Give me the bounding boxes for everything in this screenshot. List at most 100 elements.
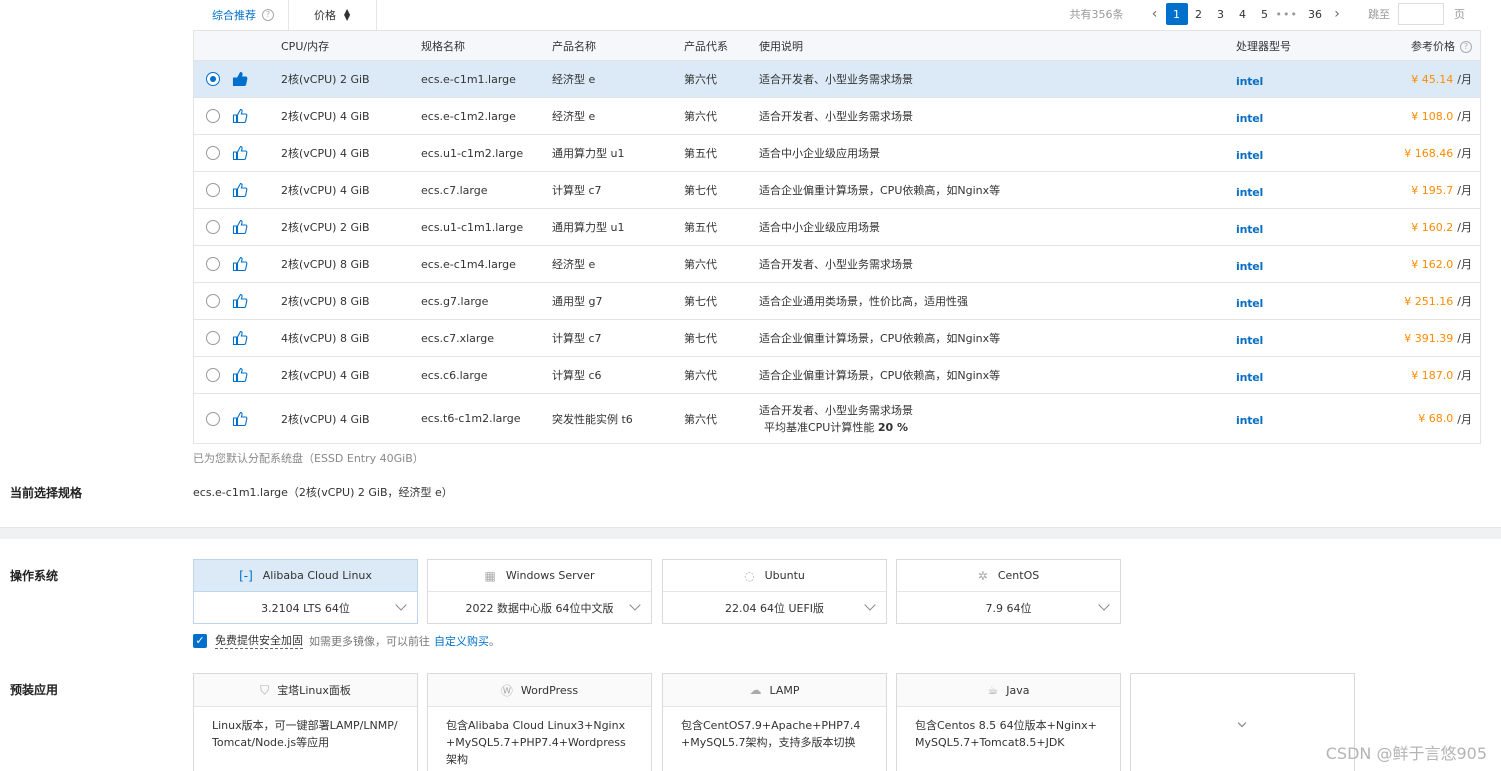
intel-logo: intel [1236, 185, 1264, 199]
table-row[interactable]: 2核(vCPU) 4 GiB ecs.c7.large 计算型 c7 第七代 适合企业偏… [194, 172, 1480, 209]
thumbs-up-icon [232, 145, 248, 161]
select-radio[interactable] [206, 294, 220, 308]
cell-gen: 第五代 [684, 221, 717, 234]
app-card--linux-[interactable]: ⛉ 宝塔Linux面板 Linux版本，可一键部署LAMP/LNMP/Tomcat/… [193, 673, 418, 771]
cell-cpu: 2核(vCPU) 4 GiB [281, 369, 370, 382]
watermark: CSDN @鲜于言悠905 [1325, 744, 1487, 763]
os-card-header[interactable]: [-] Alibaba Cloud Linux [194, 560, 417, 592]
table-row[interactable]: 2核(vCPU) 8 GiB ecs.g7.large 通用型 g7 第七代 适合企业通… [194, 283, 1480, 320]
page-unit-label: 页 [1454, 8, 1465, 21]
prev-page-button[interactable]: ‹ [1144, 3, 1166, 25]
os-card-centos[interactable]: ✲ CentOS 7.9 64位 [896, 559, 1121, 624]
os-section-label: 操作系统 [10, 569, 59, 583]
app-card-header[interactable]: ☁ LAMP [663, 674, 886, 707]
sort-recommended-tab[interactable]: 综合推荐 ? [193, 0, 289, 30]
next-page-button[interactable]: › [1326, 3, 1348, 25]
usage-line: 适合开发者、小型业务需求场景 [759, 403, 913, 417]
table-row[interactable]: 2核(vCPU) 4 GiB ecs.c6.large 计算型 c6 第六代 适合企业偏… [194, 357, 1480, 394]
os-name: CentOS [997, 569, 1040, 582]
page-button-last[interactable]: 36 [1304, 3, 1326, 25]
sort-price-tab[interactable]: 价格 ▲ ▼ [289, 0, 377, 30]
select-radio[interactable] [206, 368, 220, 382]
cell-price: ¥ 168.46/月 [1404, 135, 1472, 171]
page-button-1[interactable]: 1 [1165, 3, 1188, 25]
cell-product: 计算型 c7 [552, 332, 602, 345]
os-card-header[interactable]: ✲ CentOS [897, 560, 1120, 592]
jump-page-input[interactable] [1398, 3, 1444, 25]
price-unit: /月 [1457, 258, 1472, 271]
table-row[interactable]: 2核(vCPU) 4 GiB ecs.u1-c1m2.large 通用算力型 u1 第… [194, 135, 1480, 172]
cell-price: ¥ 160.2/月 [1411, 209, 1472, 245]
app-card-lamp[interactable]: ☁ LAMP 包含CentOS7.9+Apache+PHP7.4+MySQL5.7架… [662, 673, 887, 771]
cell-price: ¥ 68.0/月 [1418, 394, 1472, 443]
os-version-value: 2022 数据中心版 64位中文版 [465, 601, 614, 615]
os-version-select[interactable]: 7.9 64位 [897, 592, 1120, 623]
jump-label: 跳至 [1368, 8, 1390, 21]
select-radio[interactable] [206, 257, 220, 271]
header-gen: 产品代系 [684, 40, 728, 53]
select-radio[interactable] [206, 183, 220, 197]
cell-spec: ecs.c7.large [421, 183, 488, 197]
current-spec-value: ecs.e-c1m1.large（2核(vCPU) 2 GiB，经济型 e） [193, 486, 453, 499]
sort-price-label: 价格 [314, 9, 336, 22]
select-radio[interactable] [206, 220, 220, 234]
os-card-header[interactable]: ◌ Ubuntu [663, 560, 886, 592]
select-radio[interactable] [206, 109, 220, 123]
usage-line-2: 平均基准CPU计算性能 20 % [764, 419, 908, 436]
custom-purchase-link[interactable]: 自定义购买 [434, 633, 489, 649]
os-version-select[interactable]: 2022 数据中心版 64位中文版 [428, 592, 651, 623]
table-row[interactable]: 2核(vCPU) 2 GiB ecs.e-c1m1.large 经济型 e 第六代 适合… [194, 61, 1480, 98]
sort-recommended-label: 综合推荐 [212, 9, 256, 22]
app-card-header[interactable]: ⛉ 宝塔Linux面板 [194, 674, 417, 707]
app-card-header[interactable]: ☕ Java [897, 674, 1120, 707]
cell-product: 经济型 e [552, 73, 596, 86]
instance-spec-table: CPU/内存 规格名称 产品名称 产品代系 使用说明 处理器型号 参考价格 ? … [193, 30, 1481, 444]
page-button-4[interactable]: 4 [1232, 3, 1254, 25]
os-version-select[interactable]: 3.2104 LTS 64位 [194, 592, 417, 623]
os-card-alibaba-cloud-linux[interactable]: [-] Alibaba Cloud Linux 3.2104 LTS 64位 [193, 559, 418, 624]
price-amount: ¥ 251.16 [1404, 294, 1454, 308]
page-button-3[interactable]: 3 [1210, 3, 1232, 25]
intel-logo: intel [1236, 414, 1264, 427]
select-radio[interactable] [206, 411, 220, 426]
table-row[interactable]: 2核(vCPU) 2 GiB ecs.u1-c1m1.large 通用算力型 u1 第… [194, 209, 1480, 246]
table-row[interactable]: 4核(vCPU) 8 GiB ecs.c7.xlarge 计算型 c7 第七代 适合企业… [194, 320, 1480, 357]
page-button-2[interactable]: 2 [1188, 3, 1210, 25]
table-row[interactable]: 2核(vCPU) 8 GiB ecs.e-c1m4.large 经济型 e 第六代 适合… [194, 246, 1480, 283]
cell-spec: ecs.g7.large [421, 294, 489, 308]
cell-price: ¥ 391.39/月 [1404, 320, 1472, 356]
select-radio[interactable] [206, 146, 220, 160]
sort-arrows-icon: ▲ ▼ [344, 7, 351, 22]
cell-gen: 第六代 [684, 369, 717, 382]
cell-spec: ecs.e-c1m2.large [421, 109, 516, 123]
security-hardening-label[interactable]: 免费提供安全加固 [215, 632, 303, 649]
os-version-select[interactable]: 22.04 64位 UEFI版 [663, 592, 886, 623]
more-pages-ellipsis[interactable]: ••• [1276, 3, 1298, 25]
app-name: WordPress [520, 683, 579, 697]
cell-price: ¥ 45.14/月 [1411, 61, 1472, 97]
ubuntu-icon: ◌ [744, 568, 755, 583]
app-card-wordpress[interactable]: Ⓦ WordPress 包含Alibaba Cloud Linux3+Nginx+M… [427, 673, 652, 771]
select-radio[interactable] [206, 331, 220, 345]
help-icon[interactable]: ? [1460, 40, 1472, 53]
cell-cpu: 4核(vCPU) 8 GiB [281, 332, 370, 345]
cell-gen: 第六代 [684, 110, 717, 123]
more-images-hint: 如需更多镜像，可以前往 [309, 634, 430, 648]
cell-price: ¥ 108.0/月 [1411, 98, 1472, 134]
more-apps-card[interactable] [1130, 673, 1355, 771]
chevron-down-icon [629, 599, 641, 611]
price-unit: /月 [1457, 147, 1472, 160]
app-card-header[interactable]: Ⓦ WordPress [428, 674, 651, 707]
os-card-header[interactable]: ▦ Windows Server [428, 560, 651, 592]
os-card-ubuntu[interactable]: ◌ Ubuntu 22.04 64位 UEFI版 [662, 559, 887, 624]
select-radio[interactable] [206, 72, 220, 86]
page-button-5[interactable]: 5 [1254, 3, 1276, 25]
cell-product: 经济型 e [552, 110, 596, 123]
app-card-java[interactable]: ☕ Java 包含Centos 8.5 64位版本+Nginx+MySQL5.7+T… [896, 673, 1121, 771]
table-row[interactable]: 2核(vCPU) 4 GiB ecs.t6-c1m2.large 突发性能实例 t6… [194, 394, 1480, 443]
hint-tail: 。 [489, 634, 500, 648]
help-icon[interactable]: ? [262, 9, 274, 21]
security-hardening-checkbox[interactable]: ✓ [193, 633, 207, 648]
table-row[interactable]: 2核(vCPU) 4 GiB ecs.e-c1m2.large 经济型 e 第六代 适合… [194, 98, 1480, 135]
os-card-windows-server[interactable]: ▦ Windows Server 2022 数据中心版 64位中文版 [427, 559, 652, 624]
